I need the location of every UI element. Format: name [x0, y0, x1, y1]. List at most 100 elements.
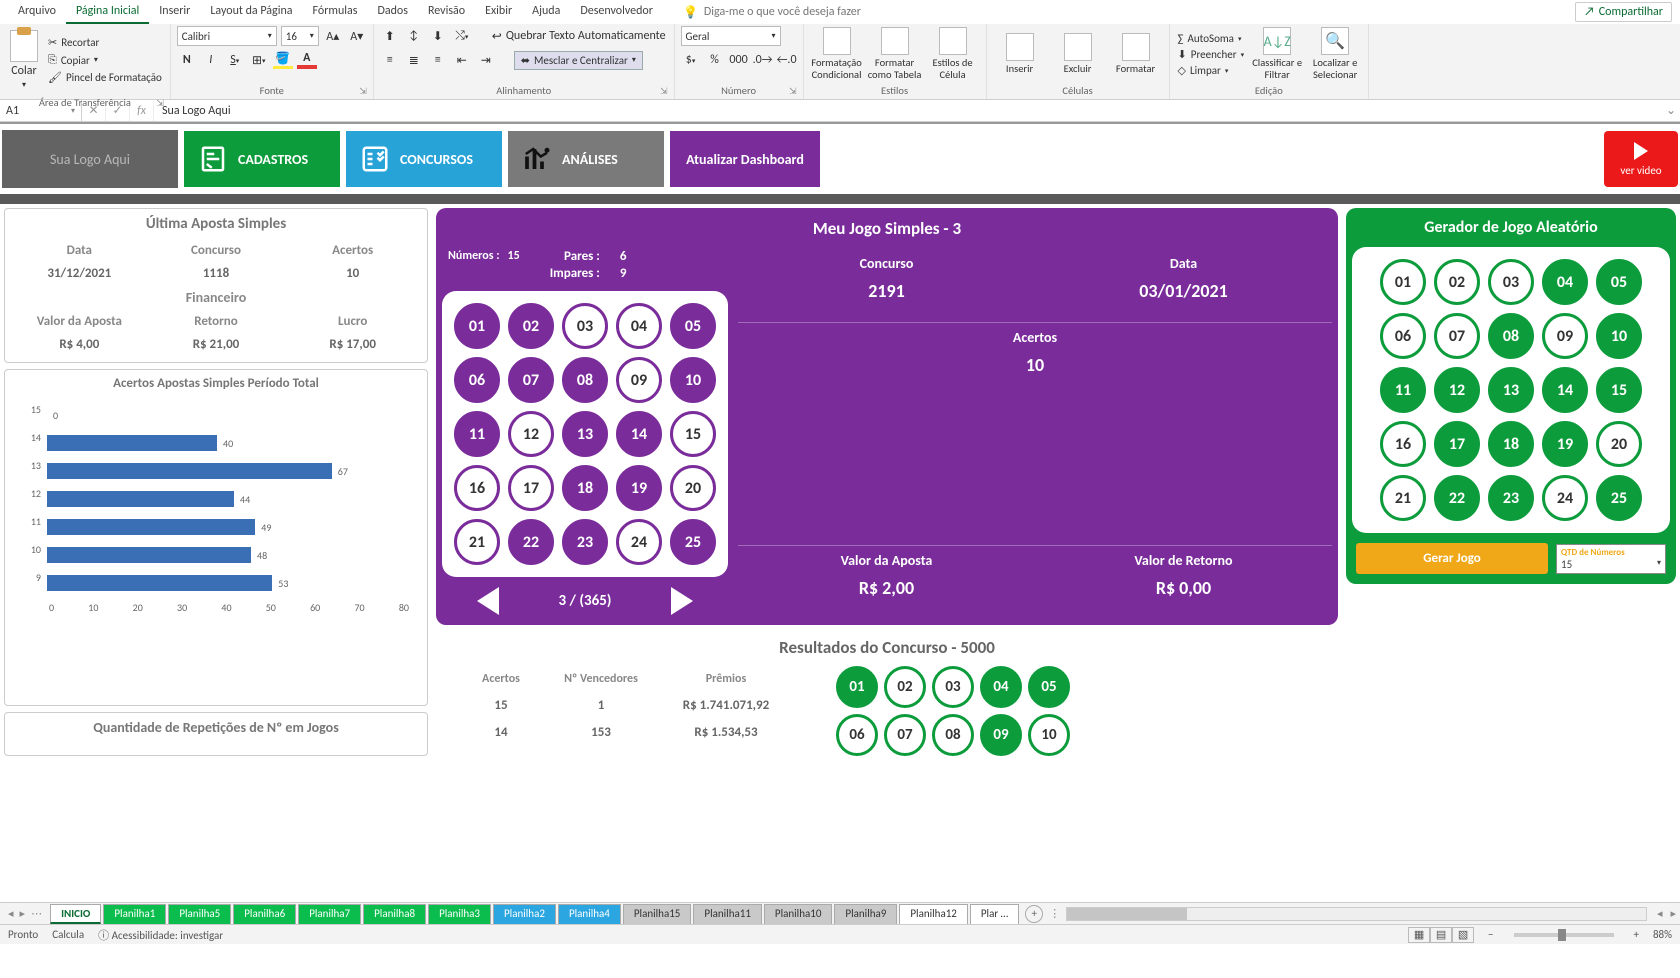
grow-font-button[interactable]: A▴	[323, 26, 343, 46]
expand-formula-bar-button[interactable]: ⌄	[1662, 103, 1680, 118]
zoom-level[interactable]: 88%	[1653, 928, 1672, 941]
sheet-tab-inicio[interactable]: INICIO	[50, 904, 101, 924]
menu-ajuda[interactable]: Ajuda	[522, 0, 570, 24]
horizontal-scrollbar[interactable]	[1066, 907, 1647, 921]
align-middle-button[interactable]: ↕	[404, 26, 424, 46]
clear-button[interactable]: ◇Limpar▾	[1176, 63, 1247, 78]
menu-revisão[interactable]: Revisão	[418, 0, 475, 24]
sheet-tab-planilha11[interactable]: Planilha11	[693, 904, 762, 924]
font-name-select[interactable]: Calibri▾	[177, 26, 277, 46]
shrink-font-button[interactable]: A▾	[347, 26, 367, 46]
insert-cells-button[interactable]: Inserir	[993, 33, 1047, 75]
sheet-tab-planilha3[interactable]: Planilha3	[428, 904, 491, 924]
last-sheet-button[interactable]: ▸	[20, 907, 26, 920]
first-sheet-button[interactable]: ◂	[8, 907, 14, 920]
tell-me[interactable]: 💡Diga-me o que você deseja fazer	[683, 5, 861, 20]
normal-view-button[interactable]: ▦	[1408, 927, 1430, 943]
share-button[interactable]: ↗Compartilhar	[1575, 2, 1672, 22]
format-as-table-button[interactable]: Formatar como Tabela	[868, 27, 922, 80]
accessibility-status[interactable]: ⓘ Acessibilidade: investigar	[98, 927, 223, 943]
underline-button[interactable]: S▾	[225, 50, 245, 70]
currency-button[interactable]: $▾	[681, 50, 701, 70]
sheet-tab-planilha7[interactable]: Planilha7	[298, 904, 361, 924]
sheet-tab-planilha1[interactable]: Planilha1	[103, 904, 166, 924]
dec-decimal-button[interactable]: ←.0	[777, 50, 797, 70]
italic-button[interactable]: I	[201, 50, 221, 70]
sheet-tab-planilha12[interactable]: Planilha12	[899, 904, 968, 924]
resultados-table: AcertosNº VencedoresPrêmios151R$ 1.741.0…	[456, 666, 796, 746]
analises-button[interactable]: ANÁLISES	[508, 131, 664, 187]
delete-cells-button[interactable]: Excluir	[1051, 33, 1105, 75]
scroll-left-button[interactable]: ◂	[1653, 907, 1667, 920]
font-size-select[interactable]: 16▾	[281, 26, 319, 46]
sheet-tab-planilha10[interactable]: Planilha10	[764, 904, 833, 924]
align-center-button[interactable]: ≣	[404, 50, 424, 70]
page-layout-view-button[interactable]: ▤	[1430, 927, 1452, 943]
sheet-tab-plar …[interactable]: Plar …	[970, 904, 1019, 924]
zoom-out-button[interactable]: −	[1488, 928, 1493, 941]
align-top-button[interactable]: ⬆	[380, 26, 400, 46]
menu-página-inicial[interactable]: Página Inicial	[66, 0, 149, 24]
sort-filter-button[interactable]: A↓ZClassificar e Filtrar	[1250, 27, 1304, 80]
align-left-button[interactable]: ≡	[380, 50, 400, 70]
merge-center-button[interactable]: ⬌Mesclar e Centralizar▾	[514, 51, 643, 70]
cell-styles-button[interactable]: Estilos de Célula	[926, 27, 980, 80]
sheet-tab-planilha2[interactable]: Planilha2	[493, 904, 556, 924]
dialog-launcher-icon[interactable]: ⇲	[660, 86, 668, 97]
add-sheet-button[interactable]: +	[1025, 905, 1043, 923]
fill-button[interactable]: ⬇Preencher▾	[1176, 47, 1247, 62]
format-painter-button[interactable]: 🖌Pincel de Formatação	[46, 70, 164, 85]
cadastros-button[interactable]: CADASTROS	[184, 131, 340, 187]
borders-button[interactable]: ⊞▾	[249, 50, 269, 70]
orientation-button[interactable]: ⤭▾	[452, 26, 472, 46]
formula-input[interactable]: Sua Logo Aqui	[154, 100, 1662, 121]
menu-fórmulas[interactable]: Fórmulas	[303, 0, 368, 24]
number-format-select[interactable]: Geral▾	[681, 26, 781, 46]
indent-inc-button[interactable]: ⇥	[476, 50, 496, 70]
dialog-launcher-icon[interactable]: ⇲	[359, 86, 367, 97]
zoom-slider[interactable]	[1514, 933, 1614, 937]
ver-video-button[interactable]: ver video	[1604, 131, 1678, 187]
menu-exibir[interactable]: Exibir	[475, 0, 522, 24]
bold-button[interactable]: N	[177, 50, 197, 70]
menu-desenvolvedor[interactable]: Desenvolvedor	[570, 0, 663, 24]
prev-game-button[interactable]	[477, 587, 499, 615]
qtd-numeros-select[interactable]: QTD de Números 15▾	[1556, 544, 1666, 574]
menu-arquivo[interactable]: Arquivo	[8, 0, 66, 24]
indent-dec-button[interactable]: ⇤	[452, 50, 472, 70]
sheet-tab-planilha5[interactable]: Planilha5	[168, 904, 231, 924]
wrap-text-button[interactable]: ↩Quebrar Texto Automaticamente	[490, 28, 668, 45]
gerar-jogo-button[interactable]: Gerar Jogo	[1356, 543, 1548, 574]
sheet-tab-planilha4[interactable]: Planilha4	[558, 904, 621, 924]
next-game-button[interactable]	[671, 587, 693, 615]
menu-layout-da-página[interactable]: Layout da Página	[200, 0, 302, 24]
dialog-launcher-icon[interactable]: ⇲	[156, 98, 164, 109]
align-bottom-button[interactable]: ⬇	[428, 26, 448, 46]
thousands-button[interactable]: 000	[729, 50, 749, 70]
conditional-format-button[interactable]: Formatação Condicional	[810, 27, 864, 80]
autosum-button[interactable]: ∑AutoSoma▾	[1176, 31, 1247, 46]
cut-button[interactable]: ✂Recortar	[46, 35, 164, 50]
find-select-button[interactable]: 🔍Localizar e Selecionar	[1308, 27, 1362, 80]
zoom-in-button[interactable]: +	[1634, 928, 1639, 941]
percent-button[interactable]: %	[705, 50, 725, 70]
sheet-tab-planilha9[interactable]: Planilha9	[834, 904, 897, 924]
sheet-tab-planilha6[interactable]: Planilha6	[233, 904, 296, 924]
font-color-button[interactable]: A	[297, 50, 317, 70]
concursos-button[interactable]: CONCURSOS	[346, 131, 502, 187]
scroll-right-button[interactable]: ▸	[1666, 907, 1680, 920]
sheet-tab-planilha8[interactable]: Planilha8	[363, 904, 426, 924]
menu-inserir[interactable]: Inserir	[149, 0, 200, 24]
inc-decimal-button[interactable]: .0→	[753, 50, 773, 70]
dialog-launcher-icon[interactable]: ⇲	[789, 86, 797, 97]
align-right-button[interactable]: ≡	[428, 50, 448, 70]
atualizar-dashboard-button[interactable]: Atualizar Dashboard	[670, 131, 820, 187]
page-break-view-button[interactable]: ▧	[1452, 927, 1474, 943]
sheet-menu-button[interactable]: ⋯	[31, 907, 42, 920]
format-cells-button[interactable]: Formatar	[1109, 33, 1163, 75]
menu-dados[interactable]: Dados	[367, 0, 417, 24]
fill-color-button[interactable]: 🪣	[273, 50, 293, 70]
copy-button[interactable]: ⎘Copiar▾	[46, 52, 164, 68]
paste-button[interactable]: Colar▾	[6, 26, 42, 94]
sheet-tab-planilha15[interactable]: Planilha15	[623, 904, 692, 924]
